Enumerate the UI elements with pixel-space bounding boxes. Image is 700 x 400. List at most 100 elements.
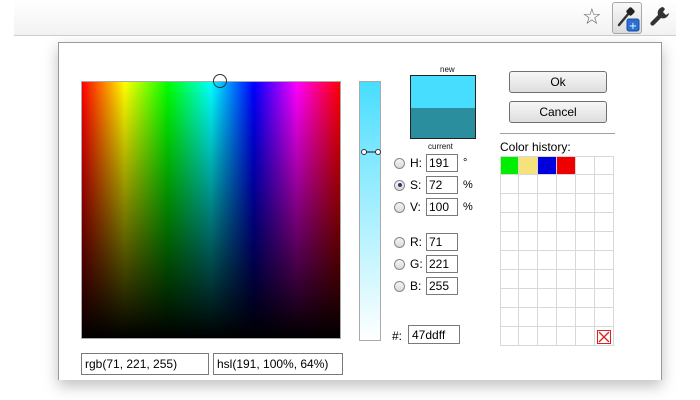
- wrench-icon[interactable]: [648, 4, 672, 30]
- value-slider-handle[interactable]: [361, 148, 381, 156]
- history-cell[interactable]: [500, 270, 519, 289]
- value-slider[interactable]: [359, 81, 381, 341]
- hex-input[interactable]: [408, 325, 460, 344]
- saturation-input[interactable]: [426, 176, 458, 194]
- history-cell[interactable]: [519, 308, 538, 327]
- star-icon[interactable]: ☆: [582, 5, 602, 31]
- history-cell[interactable]: [576, 213, 595, 232]
- saturation-radio[interactable]: [394, 179, 405, 191]
- history-cell[interactable]: [538, 289, 557, 308]
- history-cell[interactable]: [500, 251, 519, 270]
- history-cell[interactable]: [538, 270, 557, 289]
- history-cell[interactable]: [576, 270, 595, 289]
- blue-radio[interactable]: [394, 280, 405, 292]
- history-cell[interactable]: [519, 213, 538, 232]
- history-cell[interactable]: [500, 289, 519, 308]
- history-cell[interactable]: [557, 232, 576, 251]
- hsl-text-field[interactable]: [213, 353, 343, 375]
- history-cell[interactable]: [576, 251, 595, 270]
- history-cell[interactable]: [538, 232, 557, 251]
- history-cell[interactable]: [557, 194, 576, 213]
- history-cell[interactable]: [576, 289, 595, 308]
- history-cell[interactable]: [595, 213, 614, 232]
- value-unit: %: [463, 201, 473, 213]
- hex-label: #:: [392, 329, 403, 343]
- history-cell[interactable]: [557, 213, 576, 232]
- history-cell[interactable]: [538, 251, 557, 270]
- history-cell[interactable]: [519, 232, 538, 251]
- history-cell[interactable]: [500, 232, 519, 251]
- history-cell[interactable]: [557, 308, 576, 327]
- history-divider: [500, 133, 615, 134]
- history-cell[interactable]: [500, 213, 519, 232]
- clear-history-icon[interactable]: [597, 330, 611, 344]
- saturation-label: S:: [410, 178, 422, 192]
- ok-button[interactable]: Ok: [509, 71, 607, 93]
- history-cell[interactable]: [538, 213, 557, 232]
- history-cell[interactable]: [500, 308, 519, 327]
- green-label: G:: [410, 257, 423, 271]
- red-radio[interactable]: [394, 236, 405, 248]
- color-history-label: Color history:: [500, 140, 571, 154]
- history-cell[interactable]: [538, 156, 557, 175]
- history-cell[interactable]: [576, 232, 595, 251]
- history-cell[interactable]: [519, 327, 538, 346]
- current-color-swatch[interactable]: [411, 108, 475, 138]
- history-cell[interactable]: [576, 156, 595, 175]
- history-cell[interactable]: [538, 194, 557, 213]
- cancel-button[interactable]: Cancel: [509, 101, 607, 123]
- green-input[interactable]: [426, 255, 458, 273]
- hue-input[interactable]: [426, 154, 458, 172]
- history-cell[interactable]: [595, 175, 614, 194]
- hue-radio[interactable]: [394, 157, 405, 169]
- history-cell[interactable]: [500, 175, 519, 194]
- history-cell[interactable]: [557, 156, 576, 175]
- history-cell[interactable]: [595, 289, 614, 308]
- history-cell[interactable]: [519, 251, 538, 270]
- rgb-text-field[interactable]: [81, 353, 209, 375]
- history-cell[interactable]: [519, 156, 538, 175]
- red-label: R:: [410, 235, 422, 249]
- history-cell[interactable]: [557, 289, 576, 308]
- blue-label: B:: [410, 279, 422, 293]
- history-cell[interactable]: [595, 270, 614, 289]
- red-input[interactable]: [426, 233, 458, 251]
- history-cell[interactable]: [519, 194, 538, 213]
- history-cell[interactable]: [557, 327, 576, 346]
- history-cell[interactable]: [576, 308, 595, 327]
- saturation-value-handle[interactable]: [213, 74, 227, 88]
- eyedropper-icon: +: [617, 7, 640, 32]
- saturation-value-square[interactable]: [81, 81, 341, 339]
- history-cell[interactable]: [538, 327, 557, 346]
- eyedropper-button[interactable]: +: [612, 2, 642, 34]
- history-cell[interactable]: [595, 232, 614, 251]
- hue-row: H: °: [394, 153, 467, 173]
- history-cell[interactable]: [595, 251, 614, 270]
- history-cell[interactable]: [576, 175, 595, 194]
- color-picker-popup: new current H: ° S: % V: % R: G: B: #:: [58, 42, 662, 380]
- history-cell[interactable]: [595, 194, 614, 213]
- history-cell[interactable]: [576, 327, 595, 346]
- blue-input[interactable]: [426, 277, 458, 295]
- value-radio[interactable]: [394, 201, 405, 213]
- history-cell[interactable]: [519, 289, 538, 308]
- value-input[interactable]: [426, 198, 458, 216]
- history-cell[interactable]: [519, 270, 538, 289]
- history-cell[interactable]: [500, 194, 519, 213]
- history-cell[interactable]: [557, 270, 576, 289]
- saturation-row: S: %: [394, 175, 473, 195]
- blue-row: B:: [394, 276, 458, 296]
- history-cell[interactable]: [595, 308, 614, 327]
- history-cell[interactable]: [538, 175, 557, 194]
- history-cell[interactable]: [519, 175, 538, 194]
- hue-unit: °: [463, 157, 468, 169]
- green-radio[interactable]: [394, 258, 405, 270]
- history-cell[interactable]: [595, 156, 614, 175]
- hue-label: H:: [410, 156, 422, 170]
- history-cell[interactable]: [500, 327, 519, 346]
- history-cell[interactable]: [576, 194, 595, 213]
- history-cell[interactable]: [557, 175, 576, 194]
- history-cell[interactable]: [538, 308, 557, 327]
- history-cell[interactable]: [557, 251, 576, 270]
- history-cell[interactable]: [500, 156, 519, 175]
